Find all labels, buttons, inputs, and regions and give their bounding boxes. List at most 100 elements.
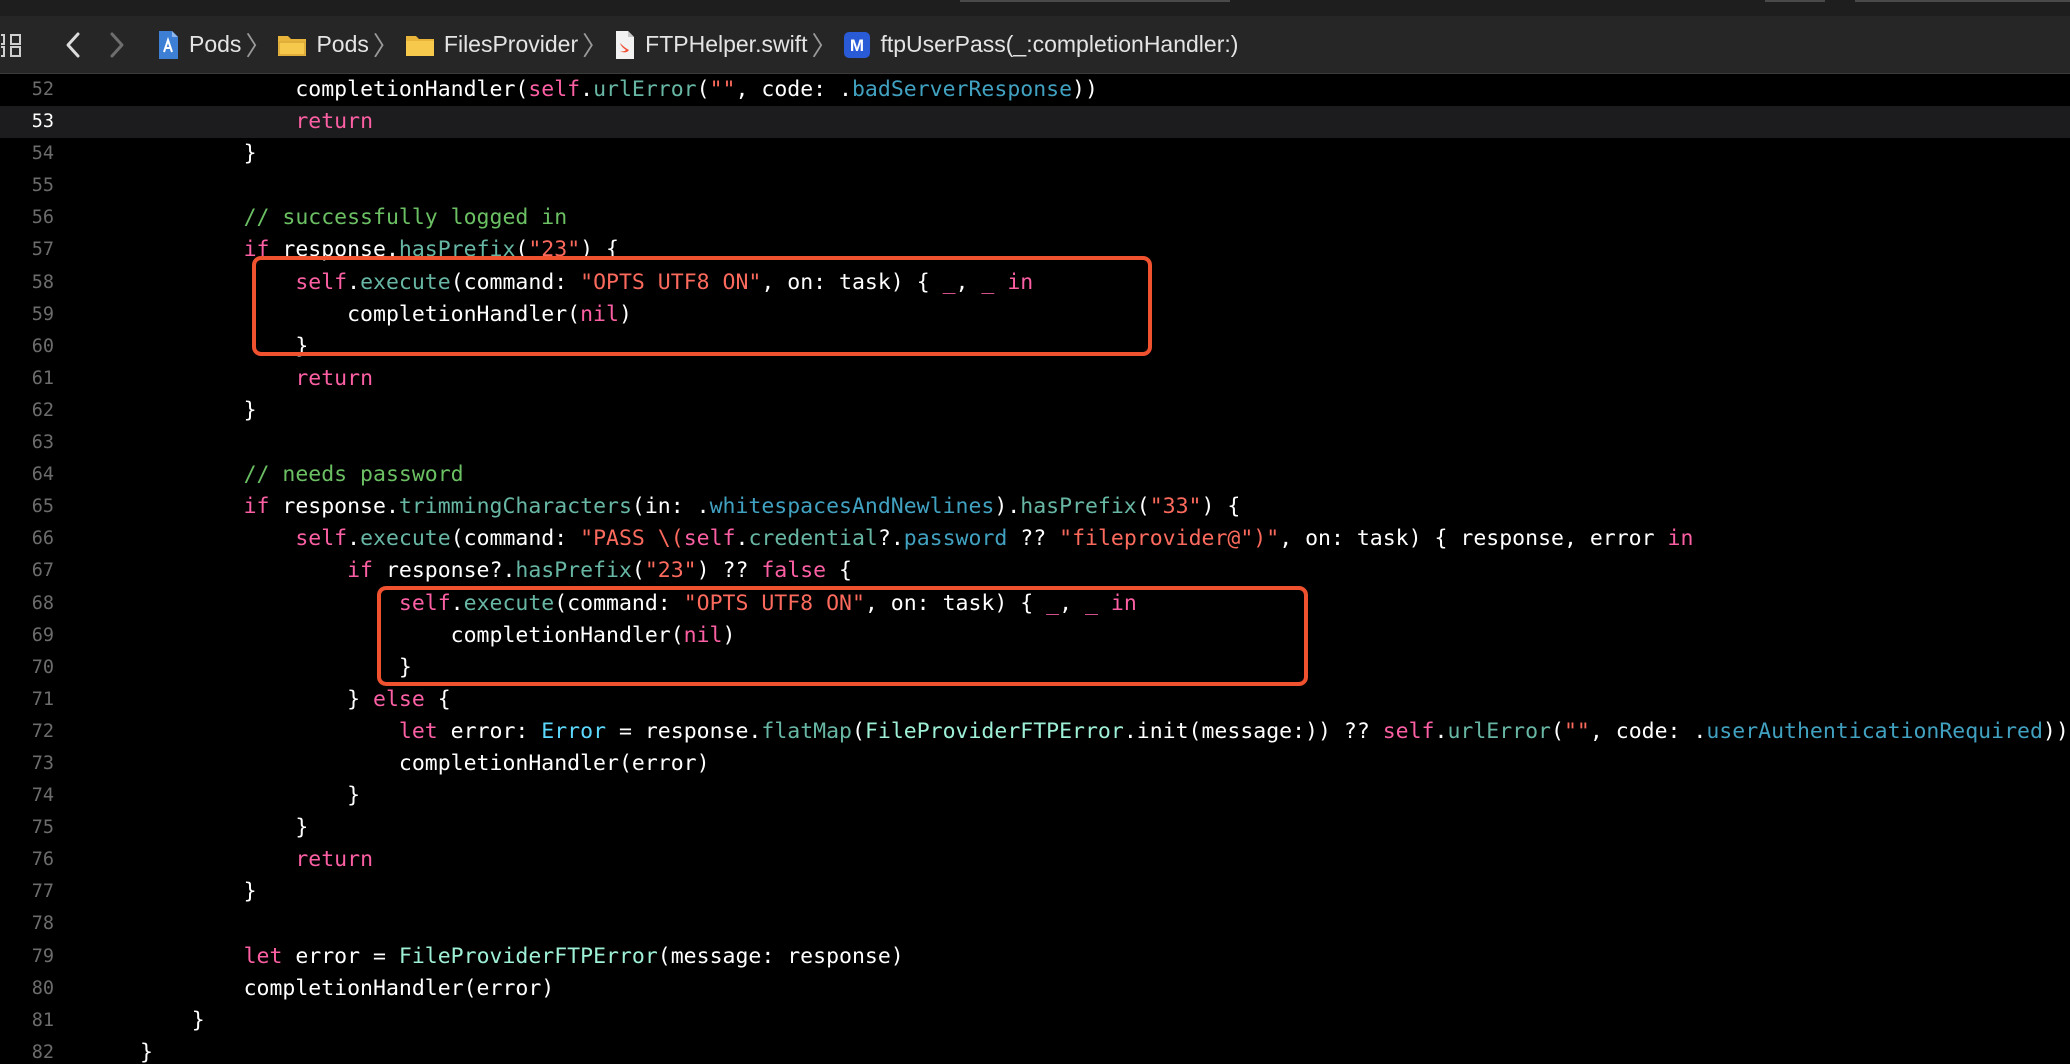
line-number: 72: [31, 720, 54, 742]
breadcrumb-item-group[interactable]: Pods: [277, 16, 369, 74]
code-line[interactable]: 58 self.execute(command: "OPTS UTF8 ON",…: [0, 267, 2070, 299]
line-number: 77: [31, 881, 54, 903]
code-text: completionHandler(nil): [140, 299, 632, 331]
code-token: "": [709, 77, 736, 102]
line-number: 61: [31, 367, 54, 389]
code-text: return: [140, 363, 373, 395]
code-token: _: [981, 269, 995, 295]
code-token: self: [1382, 718, 1435, 744]
breadcrumb-item-project[interactable]: Pods: [156, 16, 241, 74]
code-line[interactable]: 59 completionHandler(nil): [0, 299, 2070, 331]
code-line[interactable]: 55: [0, 170, 2070, 202]
line-number: 69: [31, 624, 54, 646]
code-text: // needs password: [140, 459, 464, 491]
code-text: } else {: [140, 684, 451, 716]
code-line[interactable]: 74 }: [0, 780, 2070, 812]
code-line[interactable]: 70 }: [0, 652, 2070, 684]
line-number: 62: [31, 399, 54, 421]
code-token: }: [295, 333, 309, 359]
code-token: let: [243, 943, 283, 969]
code-token: false: [761, 558, 827, 584]
code-line[interactable]: 78: [0, 908, 2070, 940]
code-line[interactable]: 62 }: [0, 395, 2070, 427]
code-token: .: [347, 526, 361, 552]
grid-icon[interactable]: [0, 28, 26, 62]
code-token: FileProviderFTPError: [398, 943, 658, 969]
code-token: ,: [1059, 590, 1085, 616]
line-number: 73: [31, 752, 54, 774]
tab-indicator: [1855, 0, 2070, 2]
code-line[interactable]: 72 let error: Error = response.flatMap(F…: [0, 716, 2070, 748]
code-line[interactable]: 65 if response.trimmingCharacters(in: .w…: [0, 491, 2070, 523]
chevron-left-icon[interactable]: [56, 28, 90, 62]
breadcrumb-item-method[interactable]: M ftpUserPass(_:completionHandler:): [843, 16, 1238, 74]
breadcrumb-label: ftpUserPass(_:completionHandler:): [880, 31, 1239, 57]
code-line[interactable]: 52 completionHandler(self.urlError("", c…: [0, 74, 2070, 106]
code-token: ,: [955, 269, 982, 295]
breadcrumb-item-file[interactable]: FTPHelper.swift: [614, 16, 807, 74]
code-line[interactable]: 66 self.execute(command: "PASS \(self.cr…: [0, 523, 2070, 555]
code-token: (: [1136, 494, 1150, 520]
code-token: (: [631, 558, 645, 584]
code-line[interactable]: 81 }: [0, 1005, 2070, 1037]
window-top-strip: [0, 0, 2070, 16]
code-text: self.execute(command: "OPTS UTF8 ON", on…: [140, 588, 1137, 620]
code-token: nil: [683, 622, 723, 648]
chevron-right-icon: 〉: [245, 32, 272, 62]
code-line[interactable]: 61 return: [0, 363, 2070, 395]
code-line[interactable]: 63: [0, 427, 2070, 459]
code-token: )): [1072, 77, 1098, 102]
code-token: ): [722, 622, 736, 648]
line-number: 63: [31, 432, 54, 454]
code-text: }: [140, 652, 412, 684]
breadcrumb-label: Pods: [189, 31, 242, 57]
breadcrumb-item-folder[interactable]: FilesProvider: [405, 16, 578, 74]
code-line[interactable]: 67 if response?.hasPrefix("23") ?? false…: [0, 555, 2070, 587]
line-number: 68: [31, 592, 54, 614]
code-token: _: [1046, 590, 1060, 616]
code-token: "33": [1149, 494, 1202, 520]
code-line[interactable]: 60 }: [0, 331, 2070, 363]
code-token: ) {: [580, 237, 619, 263]
code-token: if: [243, 494, 270, 520]
code-token: .: [450, 590, 464, 616]
code-line[interactable]: 77 }: [0, 876, 2070, 908]
breadcrumb-label: Pods: [316, 31, 369, 57]
code-token: (: [851, 718, 865, 744]
code-token: completionHandler(error): [398, 750, 710, 776]
code-token: self: [295, 269, 348, 295]
code-line[interactable]: 56 // successfully logged in: [0, 202, 2070, 234]
breadcrumb-label: FTPHelper.swift: [645, 31, 808, 57]
code-line[interactable]: 79 let error = FileProviderFTPError(mess…: [0, 941, 2070, 973]
code-line[interactable]: 57 if response.hasPrefix("23") {: [0, 234, 2070, 266]
line-number: 76: [31, 849, 54, 871]
code-editor[interactable]: 52 completionHandler(self.urlError("", c…: [0, 74, 2070, 1064]
chevron-right-icon[interactable]: [100, 28, 134, 62]
line-number: 70: [31, 656, 54, 678]
code-text: }: [140, 876, 257, 908]
code-line[interactable]: 71 } else {: [0, 684, 2070, 716]
code-token: (: [1551, 718, 1564, 744]
code-token: }: [243, 879, 257, 905]
code-token: execute: [360, 526, 451, 552]
line-number: 54: [31, 143, 54, 165]
code-text: completionHandler(nil): [140, 620, 736, 652]
code-token: }: [140, 1039, 153, 1064]
code-token: }: [191, 1007, 205, 1033]
line-number: 71: [31, 688, 54, 710]
code-line[interactable]: 75 }: [0, 812, 2070, 844]
code-line[interactable]: 54 }: [0, 138, 2070, 170]
code-line[interactable]: 64 // needs password: [0, 459, 2070, 491]
code-token: flatMap: [761, 718, 852, 744]
code-line[interactable]: 82}: [0, 1037, 2070, 1064]
code-line[interactable]: 68 self.execute(command: "OPTS UTF8 ON",…: [0, 588, 2070, 620]
code-line[interactable]: 80 completionHandler(error): [0, 973, 2070, 1005]
code-token: return: [295, 847, 374, 873]
code-line[interactable]: 53 return: [0, 106, 2070, 139]
code-text: if response.hasPrefix("23") {: [140, 234, 619, 266]
code-text: if response?.hasPrefix("23") ?? false {: [140, 555, 852, 587]
code-line[interactable]: 76 return: [0, 844, 2070, 876]
code-text: self.execute(command: "OPTS UTF8 ON", on…: [140, 267, 1033, 299]
code-line[interactable]: 73 completionHandler(error): [0, 748, 2070, 780]
code-line[interactable]: 69 completionHandler(nil): [0, 620, 2070, 652]
